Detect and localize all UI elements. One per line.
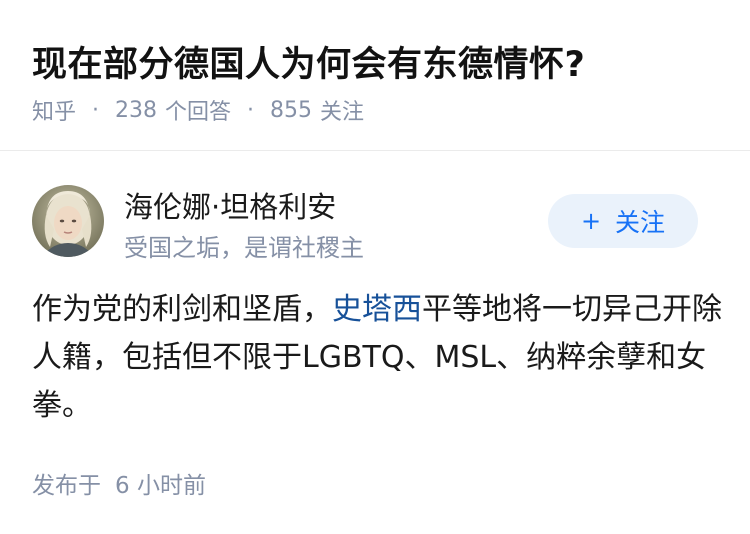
source-label[interactable]: 知乎 (32, 94, 76, 126)
follow-button[interactable]: + 关注 (548, 194, 698, 248)
answer-count-label: 个回答 (165, 100, 232, 125)
meta-separator: · (247, 97, 255, 123)
section-divider (0, 150, 750, 151)
avatar[interactable] (32, 185, 104, 257)
post-time-label: 发布于 (32, 473, 101, 499)
plus-icon: + (580, 207, 602, 235)
follower-count: 855 (270, 97, 313, 123)
answer-content: 作为党的利剑和坚盾，史塔西平等地将一切异己开除人籍，包括但不限于LGBTQ、MS… (32, 286, 722, 430)
follower-count-label: 关注 (320, 100, 365, 125)
question-title[interactable]: 现在部分德国人为何会有东德情怀? (32, 36, 585, 87)
answer-count: 238 (115, 97, 158, 123)
author-name[interactable]: 海伦娜·坦格利安 (124, 184, 336, 226)
post-time: 发布于 6 小时前 (32, 466, 206, 500)
question-meta: 知乎 · 238 个回答 · 855 关注 (32, 94, 364, 126)
answer-inline-link[interactable]: 史塔西 (332, 292, 422, 327)
zhihu-answer-page: 现在部分德国人为何会有东德情怀? 知乎 · 238 个回答 · 855 关注 海… (0, 0, 750, 534)
post-time-value: 6 小时前 (115, 473, 206, 499)
meta-separator: · (92, 97, 100, 123)
author-bio: 受国之垢，是谓社稷主 (124, 234, 364, 262)
answer-text-part: 作为党的利剑和坚盾， (32, 292, 332, 327)
follow-button-label: 关注 (615, 208, 666, 237)
